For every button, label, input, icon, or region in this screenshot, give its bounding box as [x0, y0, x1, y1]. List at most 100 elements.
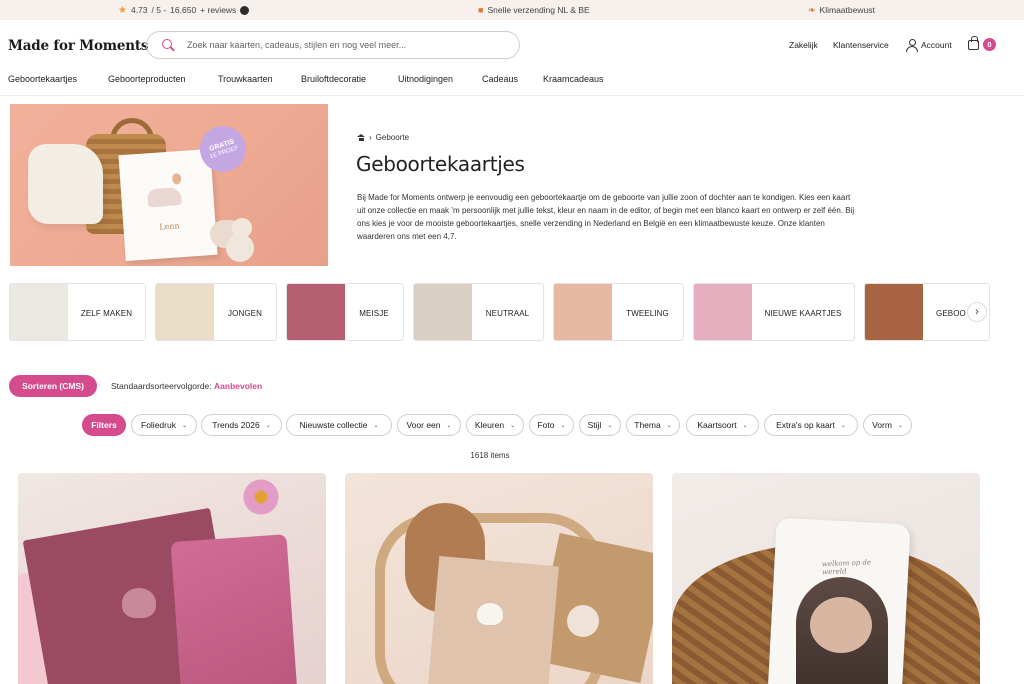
product-card-image[interactable] — [18, 473, 326, 684]
top-info-bar: ★ 4.73 / 5 - 16.650 + reviews ■ Snelle v… — [0, 0, 1024, 20]
category-label: TWEELING — [626, 308, 669, 318]
breadcrumb: › Geboorte — [357, 133, 409, 142]
filter-label: Kaartsoort — [697, 420, 737, 430]
filter-extras-op-kaart[interactable]: Extra's op kaart ⌄ — [764, 414, 858, 436]
rating-summary[interactable]: ★ 4.73 / 5 - 16.650 + reviews — [118, 0, 250, 20]
nav-item-uitnodigingen[interactable]: Uitnodigingen — [398, 74, 453, 84]
intro-text: Bij Made for Moments ontwerp je eenvoudi… — [357, 193, 855, 241]
chevron-down-icon: ⌄ — [446, 422, 452, 429]
breadcrumb-item[interactable]: Geboorte — [376, 133, 409, 142]
nav-item-kraamcadeaus[interactable]: Kraamcadeaus — [543, 74, 604, 84]
reviews-count: 16.650 — [170, 5, 197, 15]
nav-item-cadeaus[interactable]: Cadeaus — [482, 74, 518, 84]
filter-label: Extra's op kaart — [776, 420, 835, 430]
card-script-text: welkom op de wereld — [821, 558, 872, 577]
hero-card-name: Lenn — [159, 221, 180, 232]
envelope-seal — [567, 605, 599, 637]
filter-label: Nieuwste collectie — [299, 420, 368, 430]
filter-label: Stijl — [587, 420, 602, 430]
filter-nieuwste-collectie[interactable]: Nieuwste collectie ⌄ — [286, 414, 392, 436]
balloon-illustration — [171, 173, 182, 185]
chevron-down-icon: ⌄ — [181, 422, 187, 429]
category-label: ZELF MAKEN — [80, 308, 133, 318]
baby-photo — [810, 597, 872, 653]
nav-item-geboorteproducten[interactable]: Geboorteproducten — [108, 74, 186, 84]
site-logo[interactable]: Made for Moments — [8, 38, 149, 54]
star-icon: ★ — [118, 4, 127, 16]
category-thumb — [865, 284, 923, 340]
filter-trends-2026[interactable]: Trends 2026 ⌄ — [201, 414, 282, 436]
chevron-down-icon: ⌄ — [265, 422, 271, 429]
filter-kleuren[interactable]: Kleuren ⌄ — [466, 414, 524, 436]
filter-label: Foliedruk — [141, 420, 176, 430]
category-thumb — [156, 284, 214, 340]
category-label: NIEUWE KAARTJES — [764, 308, 842, 318]
package-icon: ■ — [478, 5, 484, 15]
chevron-down-icon: ⌄ — [666, 422, 672, 429]
muslin-cloth — [28, 144, 103, 224]
filter-kaartsoort[interactable]: Kaartsoort ⌄ — [686, 414, 759, 436]
account-link[interactable]: Account — [921, 40, 952, 50]
page-title: Geboortekaartjes — [356, 152, 525, 176]
category-label: JONGEN — [228, 308, 262, 318]
filter-label: Vorm — [872, 420, 892, 430]
filter-foto[interactable]: Foto ⌄ — [529, 414, 574, 436]
filter-stijl[interactable]: Stijl ⌄ — [579, 414, 621, 436]
search-bar[interactable] — [146, 31, 520, 59]
filter-label: Voor een — [406, 420, 441, 430]
filter-thema[interactable]: Thema ⌄ — [626, 414, 680, 436]
wooden-ball — [226, 234, 254, 262]
nav-item-bruiloftdecoratie[interactable]: Bruiloftdecoratie — [301, 74, 366, 84]
filter-label: Thema — [634, 420, 661, 430]
business-link[interactable]: Zakelijk — [789, 40, 818, 50]
search-input[interactable] — [187, 40, 507, 50]
shopping-bag-icon[interactable] — [968, 36, 979, 50]
user-icon[interactable] — [906, 39, 918, 52]
filter-label: Trends 2026 — [212, 420, 260, 430]
rating-value: 4.73 — [130, 5, 148, 15]
items-count: 1618 items — [470, 451, 510, 460]
category-thumb — [554, 284, 612, 340]
sort-button[interactable]: Sorteren (CMS) — [9, 375, 97, 397]
climate-usp: ❧ Klimaatbewust — [808, 0, 875, 20]
filters-button[interactable]: Filters — [82, 414, 126, 436]
sort-default: Standaardsorteervolgorde: Aanbevolen — [111, 381, 262, 391]
rating-suffix: / 5 - — [151, 5, 167, 15]
shipping-usp: ■ Snelle verzending NL & BE — [478, 0, 590, 20]
chevron-down-icon: ⌄ — [897, 422, 903, 429]
filter-foliedruk[interactable]: Foliedruk ⌄ — [131, 414, 197, 436]
filter-voor-een[interactable]: Voor een ⌄ — [397, 414, 461, 436]
customer-service-link[interactable]: Klantenservice — [833, 40, 889, 50]
leaf-icon: ❧ — [808, 4, 816, 15]
filter-label: Foto — [537, 420, 555, 430]
car-illustration — [146, 187, 183, 208]
home-icon[interactable] — [357, 134, 365, 141]
category-tile-tweeling[interactable]: TWEELING — [553, 283, 684, 341]
product-card — [170, 534, 298, 684]
category-tile-nieuwe-kaartjes[interactable]: NIEUWE KAARTJES — [693, 283, 855, 341]
nav-item-trouwkaarten[interactable]: Trouwkaarten — [218, 74, 273, 84]
category-tile-zelf-maken[interactable]: ZELF MAKEN — [9, 283, 146, 341]
category-tile-jongen[interactable]: JONGEN — [155, 283, 277, 341]
category-tile-neutraal[interactable]: NEUTRAAL — [413, 283, 544, 341]
cart-count-badge[interactable]: 0 — [983, 38, 996, 51]
chevron-down-icon: ⌄ — [607, 422, 613, 429]
review-platform-icon — [240, 5, 250, 15]
product-card-image[interactable] — [345, 473, 653, 684]
search-icon[interactable] — [161, 38, 175, 52]
product-card-image[interactable]: welkom op de wereld — [672, 473, 980, 684]
category-tile-meisje[interactable]: MEISJE — [286, 283, 404, 341]
category-thumb — [10, 284, 68, 340]
hero-card: Lenn — [118, 148, 218, 262]
category-thumb — [414, 284, 472, 340]
nav-item-geboortekaartjes[interactable]: Geboortekaartjes — [8, 74, 77, 84]
flower-decoration — [243, 479, 279, 515]
chevron-down-icon: ⌄ — [510, 422, 516, 429]
sort-default-value[interactable]: Aanbevolen — [214, 381, 262, 391]
chevron-down-icon: ⌄ — [373, 422, 379, 429]
chevron-down-icon: ⌄ — [742, 422, 748, 429]
carousel-next-icon[interactable]: › — [967, 302, 987, 322]
sort-default-label: Standaardsorteervolgorde: — [111, 381, 212, 391]
filter-vorm[interactable]: Vorm ⌄ — [863, 414, 912, 436]
filter-label: Filters — [91, 420, 117, 430]
